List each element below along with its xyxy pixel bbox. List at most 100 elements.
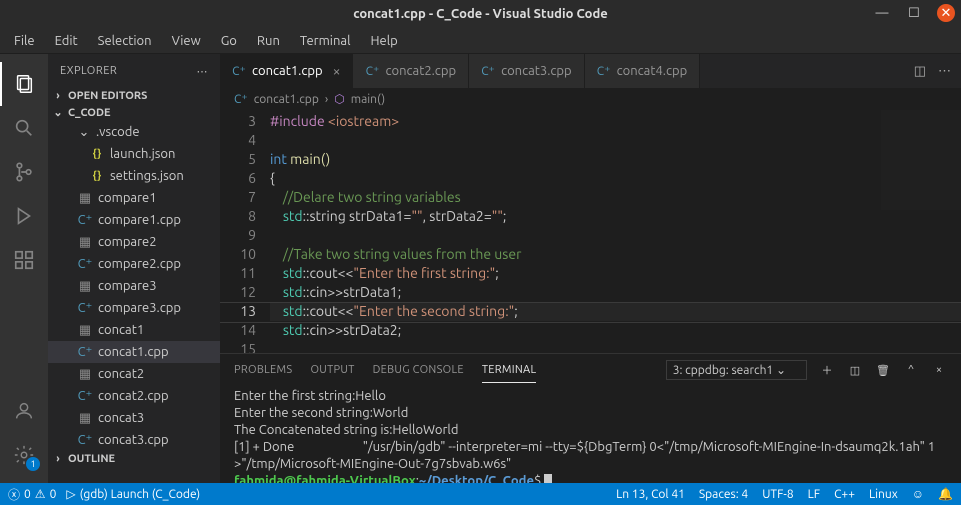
menu-bar: File Edit Selection View Go Run Terminal… [0,28,961,54]
prompt-user: fahmida@fahmida-VirtualBox [234,474,416,483]
menu-selection[interactable]: Selection [88,30,162,52]
status-spaces[interactable]: Spaces: 4 [699,488,748,501]
menu-help[interactable]: Help [360,30,407,52]
file-concat2-cpp[interactable]: C⁺concat2.cpp [48,385,220,407]
tab-concat3[interactable]: C⁺concat3.cpp [469,54,585,88]
panel-tab-debug[interactable]: DEBUG CONSOLE [373,358,464,382]
tab-concat2[interactable]: C⁺concat2.cpp [353,54,469,88]
cpp-icon: C⁺ [78,257,92,272]
file-compare3[interactable]: ▦compare3 [48,275,220,297]
notifications-icon[interactable]: 🔔 [938,487,953,501]
code-token: ::cout<< [303,265,354,281]
folder-vscode[interactable]: ⌄ .vscode [48,121,220,143]
selector-label: 3: cppdbg: search1 [673,364,773,377]
outline-section[interactable]: › OUTLINE [48,451,220,467]
file-compare2-cpp[interactable]: C⁺compare2.cpp [48,253,220,275]
file-concat3-cpp[interactable]: C⁺concat3.cpp [48,429,220,451]
status-os[interactable]: Linux [869,488,898,501]
file-concat2[interactable]: ▦concat2 [48,363,220,385]
tab-concat1[interactable]: C⁺concat1.cpp× [220,54,353,88]
file-concat3[interactable]: ▦concat3 [48,407,220,429]
search-icon[interactable] [0,106,48,150]
breadcrumb[interactable]: C⁺ concat1.cpp › ⬡ main() [220,88,961,110]
open-editors-section[interactable]: › OPEN EDITORS [48,88,220,104]
explorer-icon[interactable] [0,62,48,106]
file-label: concat1 [98,323,144,337]
status-cursor[interactable]: Ln 13, Col 41 [616,488,685,501]
panel-tab-problems[interactable]: PROBLEMS [234,358,292,382]
workspace-section[interactable]: ⌄ C_CODE [48,104,220,121]
chevron-right-icon: › [325,93,328,106]
file-label: concat3 [98,411,144,425]
terminal-selector[interactable]: 3: cppdbg: search1 ⌄ [666,360,807,380]
accounts-icon[interactable] [0,389,48,433]
code-token: std [270,322,303,338]
feedback-icon[interactable]: ☺ [912,487,924,501]
source-control-icon[interactable] [0,150,48,194]
split-editor-icon[interactable]: ◫ [914,64,926,79]
menu-file[interactable]: File [4,30,45,52]
code-editor[interactable]: 3 4 5 6 7 8 9 10 11 12 13 14 15 #include… [220,110,961,353]
code-token: ::cin>>strData1; [303,284,402,300]
status-encoding[interactable]: UTF-8 [762,488,793,501]
status-debug[interactable]: ▷ (gdb) Launch (C_Code) [66,487,200,501]
run-debug-icon[interactable] [0,194,48,238]
maximize-panel-icon[interactable]: ^ [903,364,919,376]
split-terminal-icon[interactable]: ◫ [847,364,863,377]
error-count: 0 [24,488,31,501]
file-concat1[interactable]: ▦ concat1 [48,319,220,341]
close-icon[interactable]: ✕ [937,4,955,22]
panel-tab-output[interactable]: OUTPUT [310,358,354,382]
terminal-line: Enter the first string:Hello [234,388,947,405]
tab-concat4[interactable]: C⁺concat4.cpp [585,54,701,88]
maximize-icon[interactable]: ☐ [905,4,923,22]
editor-area: C⁺concat1.cpp× C⁺concat2.cpp C⁺concat3.c… [220,54,961,483]
file-compare2[interactable]: ▦compare2 [48,231,220,253]
code-token: ; [495,265,498,281]
line-number: 12 [220,283,256,302]
file-compare1-cpp[interactable]: C⁺compare1.cpp [48,209,220,231]
more-icon[interactable]: ⋯ [197,65,209,78]
status-problems[interactable]: ⓧ0 ⚠0 [8,486,56,503]
menu-go[interactable]: Go [211,30,247,52]
cursor [544,474,552,483]
open-editors-label: OPEN EDITORS [68,90,147,102]
terminal-content[interactable]: Enter the first string:Hello Enter the s… [220,386,961,483]
editor-actions: ◫ ⋯ [904,54,961,88]
file-compare3-cpp[interactable]: C⁺compare3.cpp [48,297,220,319]
code-content[interactable]: #include <iostream> int main() { //Delar… [270,110,961,353]
new-terminal-icon[interactable]: ＋ [819,362,835,378]
cpp-icon: C⁺ [365,64,379,78]
panel-actions: 3: cppdbg: search1 ⌄ ＋ ◫ 🗑 ^ × [666,360,947,380]
workspace-label: C_CODE [68,107,111,119]
file-launch-json[interactable]: {}launch.json [48,143,220,165]
file-compare1[interactable]: ▦compare1 [48,187,220,209]
extensions-icon[interactable] [0,238,48,282]
minimap[interactable] [881,110,961,210]
panel-tab-terminal[interactable]: TERMINAL [482,358,537,383]
settings-gear-icon[interactable]: 1 [0,433,48,477]
more-icon[interactable]: ⋯ [938,64,951,79]
binary-icon: ▦ [78,323,92,338]
line-number: 3 [220,112,256,131]
file-label: settings.json [110,169,184,183]
menu-view[interactable]: View [162,30,211,52]
window-titlebar: concat1.cpp - C_Code - Visual Studio Cod… [0,0,961,28]
status-eol[interactable]: LF [808,488,820,501]
menu-edit[interactable]: Edit [45,30,88,52]
file-settings-json[interactable]: {}settings.json [48,165,220,187]
menu-run[interactable]: Run [247,30,290,52]
kill-terminal-icon[interactable]: 🗑 [875,364,891,377]
code-token: ::cin>>strData2; [303,322,402,338]
tab-close-icon[interactable]: × [333,63,341,79]
file-label: concat1.cpp [98,345,169,359]
chevron-down-icon: ⌄ [78,125,90,140]
status-bar: ⓧ0 ⚠0 ▷ (gdb) Launch (C_Code) Ln 13, Col… [0,483,961,505]
file-concat1-cpp[interactable]: C⁺ concat1.cpp [48,341,220,363]
close-panel-icon[interactable]: × [931,364,947,376]
status-lang[interactable]: C++ [834,488,855,501]
minimize-icon[interactable]: — [873,4,891,22]
cpp-icon: C⁺ [78,345,92,360]
menu-terminal[interactable]: Terminal [290,30,361,52]
code-token: { [270,170,275,186]
